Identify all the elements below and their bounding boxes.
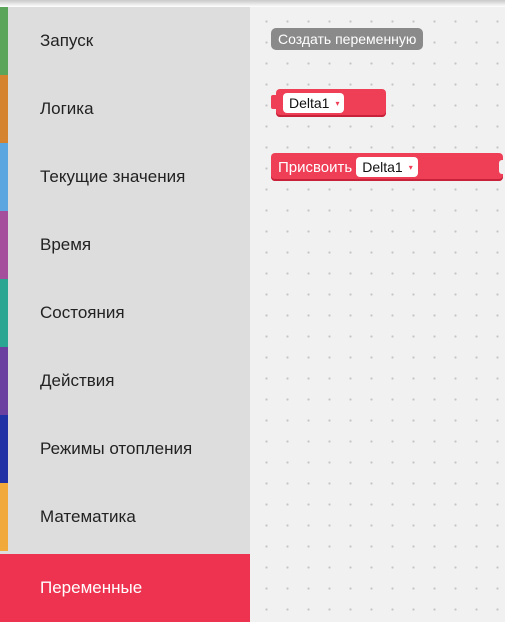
output-tab [271,95,276,109]
toolbox-category-math[interactable]: Математика [0,483,250,551]
category-color-stripe [0,211,8,279]
toolbox: Запуск Логика Текущие значения Время Сос… [0,7,250,622]
variable-setter-block[interactable]: Присвоить Delta1 ▾ [271,153,505,181]
create-variable-button[interactable]: Создать переменную [271,28,424,50]
category-label: Текущие значения [40,167,186,186]
variable-dropdown[interactable]: Delta1 ▾ [283,93,345,113]
toolbox-category-states[interactable]: Состояния [0,279,250,347]
top-shadow [0,0,505,7]
category-label: Состояния [40,303,125,322]
variable-name: Delta1 [362,159,403,175]
toolbox-category-launch[interactable]: Запуск [0,7,250,75]
blockly-workspace: Запуск Логика Текущие значения Время Сос… [0,0,505,622]
chevron-down-icon: ▾ [335,98,340,108]
category-color-stripe [0,415,8,483]
category-label: Математика [40,507,136,526]
category-color-stripe [0,75,8,143]
category-color-stripe [0,347,8,415]
toolbox-category-logic[interactable]: Логика [0,75,250,143]
toolbox-category-time[interactable]: Время [0,211,250,279]
variable-getter-block[interactable]: Delta1 ▾ [271,89,386,117]
toolbox-category-heating-modes[interactable]: Режимы отопления [0,415,250,483]
category-color-stripe [0,279,8,347]
toolbox-category-current-values[interactable]: Текущие значения [0,143,250,211]
chevron-down-icon: ▾ [408,162,413,172]
set-keyword: Присвоить [278,158,353,176]
category-label: Переменные [40,578,143,597]
variable-dropdown[interactable]: Delta1 ▾ [356,157,418,177]
variables-flyout: Создать переменную Delta1 ▾ Присвоить De… [250,7,505,622]
category-label: Запуск [40,31,94,50]
variable-name: Delta1 [289,95,330,111]
category-label: Режимы отопления [40,439,193,458]
category-color-stripe [0,7,8,75]
category-color-stripe [0,483,8,551]
toolbox-category-actions[interactable]: Действия [0,347,250,415]
category-color-stripe [0,143,8,211]
value-input-socket [499,160,505,174]
toolbox-category-variables[interactable]: Переменные [0,554,250,622]
category-label: Время [40,235,92,254]
category-label: Логика [40,99,94,118]
category-label: Действия [40,371,115,390]
